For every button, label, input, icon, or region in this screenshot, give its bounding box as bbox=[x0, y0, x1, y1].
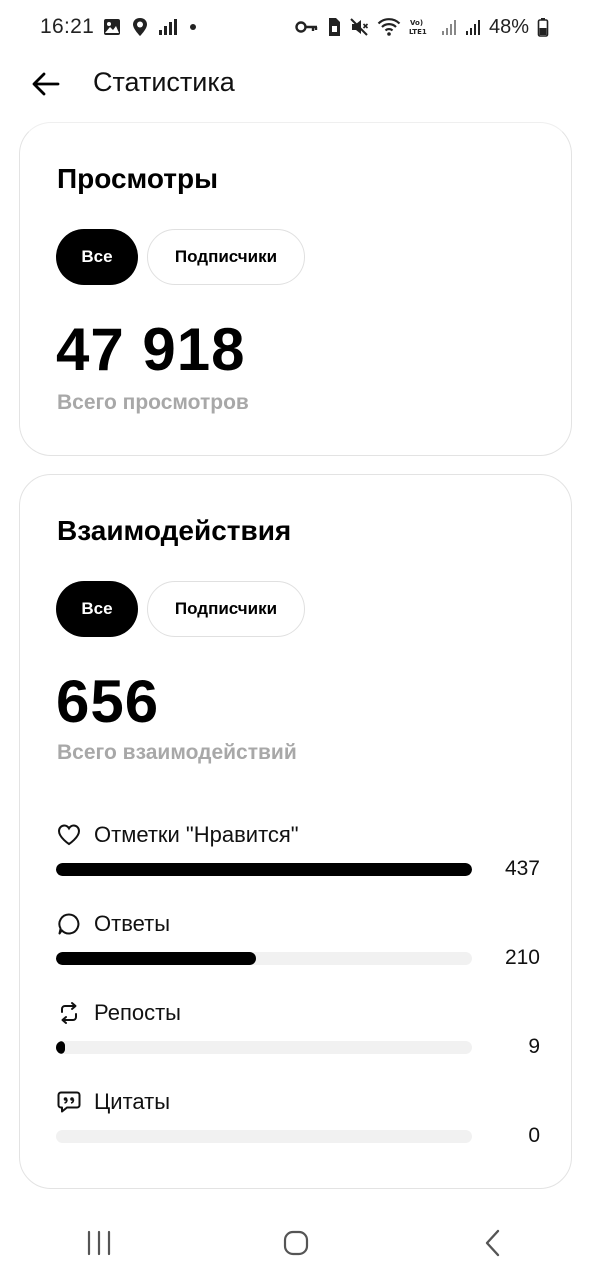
metric-quotes: Цитаты 0 bbox=[56, 1089, 540, 1161]
nav-back-button[interactable] bbox=[453, 1213, 533, 1273]
metric-bar-track bbox=[56, 1041, 472, 1054]
sim-icon bbox=[327, 17, 341, 37]
reply-bubble-icon bbox=[56, 911, 82, 937]
dot-icon bbox=[190, 24, 197, 30]
signal-icon bbox=[441, 18, 457, 36]
status-time: 16:21 bbox=[40, 15, 95, 38]
app-bar: Статистика bbox=[0, 56, 591, 112]
interactions-total: 656 bbox=[56, 668, 160, 735]
home-icon bbox=[283, 1230, 308, 1256]
metric-label: Репосты bbox=[94, 1000, 181, 1025]
screen: 16:21 Vo) LTE1 48% Статистика Просмотры … bbox=[0, 0, 591, 1280]
arrow-left-icon bbox=[32, 72, 60, 96]
metric-label: Отметки "Нравится" bbox=[94, 822, 299, 847]
metric-bar-track bbox=[56, 863, 472, 876]
views-chip-all[interactable]: Все bbox=[56, 229, 138, 285]
views-total: 47 918 bbox=[56, 316, 246, 383]
interactions-chip-all[interactable]: Все bbox=[56, 581, 138, 637]
back-button[interactable] bbox=[30, 68, 62, 100]
interactions-title: Взаимодействия bbox=[57, 515, 292, 546]
views-card: Просмотры Все Подписчики 47 918 Всего пр… bbox=[19, 122, 572, 456]
back-icon bbox=[485, 1229, 499, 1257]
volte-icon: Vo) LTE1 bbox=[409, 17, 433, 37]
metric-value: 0 bbox=[528, 1124, 540, 1147]
metric-label: Ответы bbox=[94, 911, 171, 936]
metric-bar-track bbox=[56, 952, 472, 965]
repost-icon bbox=[56, 1000, 82, 1026]
key-icon bbox=[295, 20, 319, 34]
metric-label: Цитаты bbox=[94, 1089, 171, 1114]
views-subtitle: Всего просмотров bbox=[57, 391, 249, 414]
wifi-icon bbox=[377, 17, 401, 37]
recent-apps-button[interactable] bbox=[59, 1213, 139, 1273]
metric-reposts: Репосты 9 bbox=[56, 1000, 540, 1072]
interactions-chip-followers[interactable]: Подписчики bbox=[147, 581, 305, 637]
system-nav-bar bbox=[0, 1206, 591, 1280]
page-title: Статистика bbox=[93, 67, 235, 97]
interactions-card: Взаимодействия Все Подписчики 656 Всего … bbox=[19, 474, 572, 1189]
heart-icon bbox=[56, 822, 82, 848]
metric-replies: Ответы 210 bbox=[56, 911, 540, 983]
metric-likes: Отметки "Нравится" 437 bbox=[56, 822, 540, 894]
views-title: Просмотры bbox=[57, 163, 219, 194]
status-left: 16:21 bbox=[40, 15, 197, 39]
svg-text:Vo): Vo) bbox=[410, 19, 423, 27]
views-chip-followers[interactable]: Подписчики bbox=[147, 229, 305, 285]
recent-apps-icon bbox=[87, 1230, 110, 1256]
status-right: Vo) LTE1 48% bbox=[295, 16, 549, 39]
signal-icon bbox=[465, 18, 481, 36]
metric-bar-track bbox=[56, 1130, 472, 1143]
metric-bar-fill bbox=[56, 863, 472, 876]
location-icon bbox=[130, 17, 150, 37]
mute-icon bbox=[349, 17, 369, 37]
metric-value: 437 bbox=[504, 857, 540, 880]
metric-bar-fill bbox=[56, 1041, 65, 1054]
metric-value: 210 bbox=[504, 946, 540, 969]
metric-value: 9 bbox=[528, 1035, 540, 1058]
svg-text:LTE1: LTE1 bbox=[409, 28, 427, 36]
interactions-subtitle: Всего взаимодействий bbox=[57, 741, 297, 764]
battery-percent: 48% bbox=[488, 15, 529, 38]
signal-small-icon bbox=[158, 18, 178, 36]
gallery-icon bbox=[102, 17, 122, 37]
status-bar: 16:21 Vo) LTE1 48% bbox=[0, 0, 591, 54]
metric-bar-fill bbox=[56, 952, 256, 965]
quote-bubble-icon bbox=[56, 1089, 82, 1115]
home-button[interactable] bbox=[256, 1213, 336, 1273]
battery-icon bbox=[537, 17, 549, 37]
